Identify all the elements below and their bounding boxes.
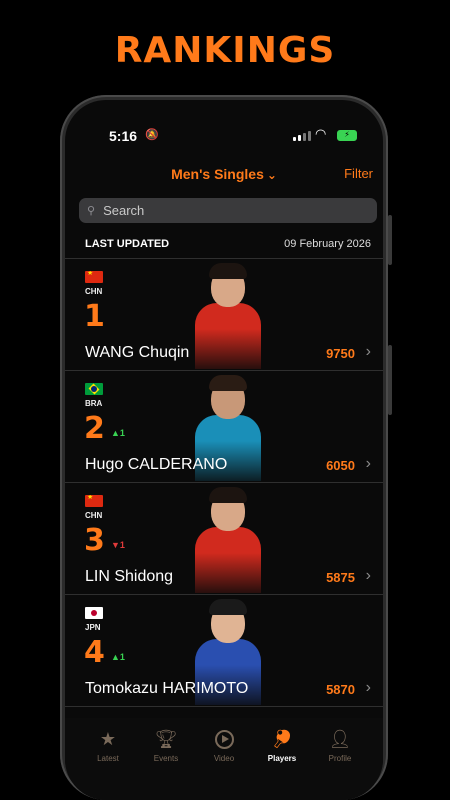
country-code: CHN bbox=[85, 511, 103, 520]
page-headline: RANKINGS bbox=[114, 30, 336, 71]
tab-video[interactable]: Video bbox=[196, 728, 252, 800]
status-bar: 5:16 🔕 ◠ ⚡ bbox=[65, 122, 383, 144]
wifi-icon: ◠ bbox=[315, 126, 327, 141]
filter-button[interactable]: Filter bbox=[344, 166, 373, 181]
tab-label: Players bbox=[267, 754, 297, 763]
brazil-flag-icon bbox=[85, 383, 103, 395]
chevron-down-icon: ⌄ bbox=[266, 168, 277, 182]
phone-frame: 5:16 🔕 ◠ ⚡ Men's Singles ⌄ Filter ⚲ Searc… bbox=[60, 95, 392, 800]
tab-profile[interactable]: 👤︎ Profile bbox=[312, 728, 368, 800]
tab-latest[interactable]: ★ Latest bbox=[80, 728, 136, 800]
play-icon bbox=[214, 730, 234, 749]
rank-number: 4 bbox=[84, 635, 105, 670]
ranking-row[interactable]: JPN 4 ▲1 Tomokazu HARIMOTO 5870 › bbox=[65, 594, 383, 706]
country-code: BRA bbox=[85, 399, 103, 408]
chevron-right-icon: › bbox=[365, 455, 371, 472]
ranking-points: 5875 bbox=[326, 570, 355, 585]
player-name: LIN Shidong bbox=[85, 568, 174, 585]
star-icon: ★ bbox=[99, 729, 117, 749]
tab-label: Profile bbox=[328, 754, 352, 763]
country-code: JPN bbox=[85, 623, 101, 632]
status-time: 5:16 bbox=[109, 128, 138, 144]
rank-number: 1 bbox=[84, 299, 105, 334]
player-name: Tomokazu HARIMOTO bbox=[85, 680, 249, 697]
chevron-right-icon: › bbox=[365, 679, 371, 696]
tab-label: Video bbox=[213, 754, 235, 763]
chevron-right-icon: › bbox=[365, 567, 371, 584]
search-icon: ⚲ bbox=[87, 205, 96, 217]
category-label: Men's Singles bbox=[171, 166, 264, 182]
ranking-points: 9750 bbox=[326, 346, 355, 361]
player-photo bbox=[195, 261, 261, 369]
tab-players[interactable]: 🏓︎ Players bbox=[254, 728, 310, 800]
category-dropdown[interactable]: Men's Singles ⌄ bbox=[65, 166, 383, 182]
rank-movement-down: ▼1 bbox=[111, 540, 125, 550]
paddle-icon: 🏓︎ bbox=[270, 729, 294, 749]
ranking-row[interactable]: CHN 1 WANG Chuqin 9750 › bbox=[65, 258, 383, 370]
player-name: Hugo CALDERANO bbox=[85, 456, 228, 473]
bottom-tab-bar: ★ Latest 🏆︎ Events Video 🏓︎ Players 👤︎ P… bbox=[65, 718, 383, 800]
tab-events[interactable]: 🏆︎ Events bbox=[138, 728, 194, 800]
china-flag-icon bbox=[85, 271, 103, 283]
ranking-points: 6050 bbox=[326, 458, 355, 473]
silent-bell-icon: 🔕 bbox=[145, 129, 159, 141]
rank-movement-up: ▲1 bbox=[111, 428, 125, 438]
last-updated-date: 09 February 2026 bbox=[284, 238, 371, 250]
ranking-points: 5870 bbox=[326, 682, 355, 697]
country-code: CHN bbox=[85, 287, 103, 296]
chevron-right-icon: › bbox=[365, 343, 371, 360]
ranking-row[interactable]: CHN 3 ▼1 LIN Shidong 5875 › bbox=[65, 482, 383, 594]
person-icon: 👤︎ bbox=[328, 729, 352, 749]
player-photo bbox=[195, 485, 261, 593]
rankings-header: Men's Singles ⌄ Filter bbox=[65, 160, 383, 188]
signal-icon bbox=[293, 131, 311, 141]
tab-label: Events bbox=[153, 754, 179, 763]
last-updated-bar: LAST UPDATED 09 February 2026 bbox=[85, 238, 371, 258]
japan-flag-icon bbox=[85, 607, 103, 619]
china-flag-icon bbox=[85, 495, 103, 507]
battery-icon: ⚡ bbox=[337, 130, 357, 141]
ranking-row[interactable]: BRA 2 ▲1 Hugo CALDERANO 6050 › bbox=[65, 370, 383, 482]
trophy-icon: 🏆︎ bbox=[154, 729, 178, 749]
last-updated-label: LAST UPDATED bbox=[85, 238, 170, 250]
rank-number: 3 bbox=[84, 523, 105, 558]
rank-number: 2 bbox=[84, 411, 105, 446]
rank-movement-up: ▲1 bbox=[111, 652, 125, 662]
app-screen: 5:16 🔕 ◠ ⚡ Men's Singles ⌄ Filter ⚲ Searc… bbox=[65, 100, 383, 800]
tab-label: Latest bbox=[97, 754, 119, 763]
search-field[interactable]: ⚲ Search bbox=[79, 198, 377, 223]
player-name: WANG Chuqin bbox=[85, 344, 190, 361]
search-placeholder: Search bbox=[103, 203, 145, 218]
